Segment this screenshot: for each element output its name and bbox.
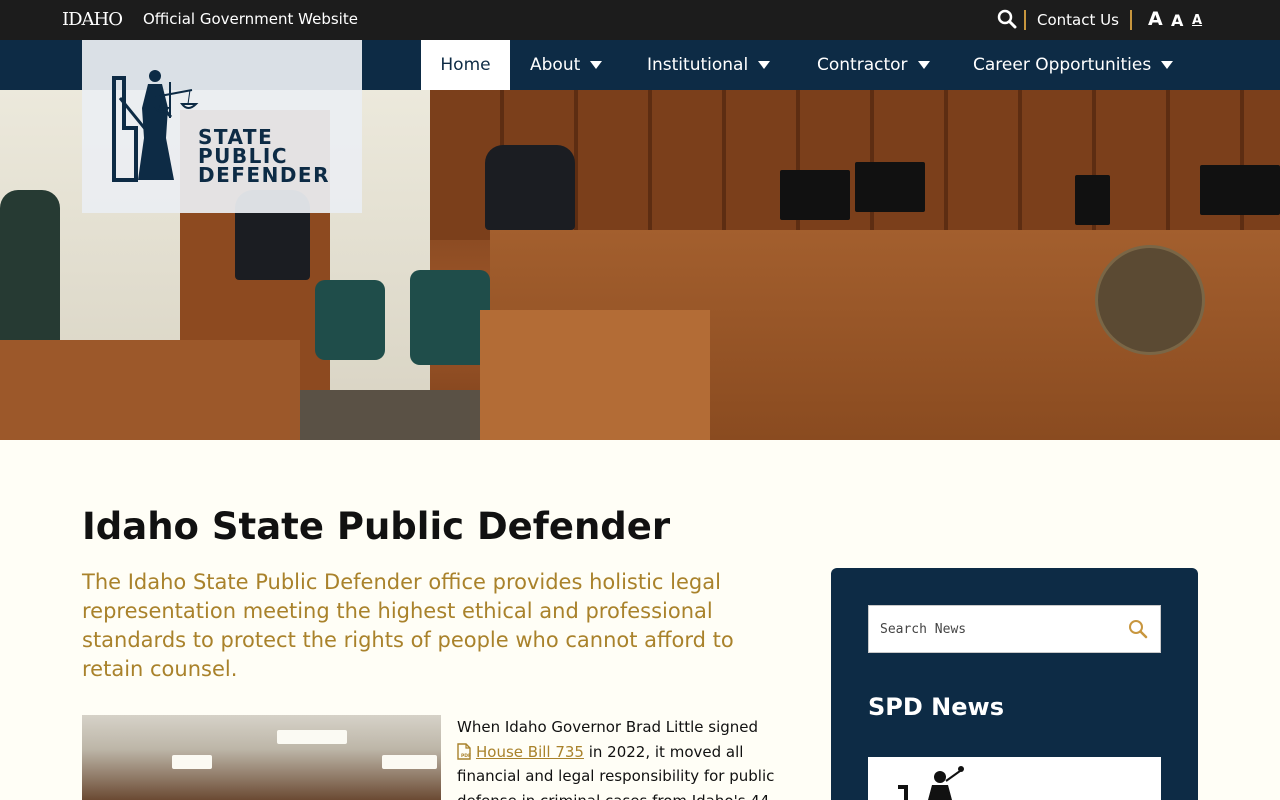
font-size-small-button[interactable]: A xyxy=(1192,13,1202,28)
font-size-medium-button[interactable]: A xyxy=(1171,11,1183,30)
courtroom-photo xyxy=(82,715,441,800)
hero-officer xyxy=(485,145,575,230)
news-sidebar: SPD News xyxy=(831,568,1198,800)
contact-us-link[interactable]: Contact Us xyxy=(1037,11,1119,29)
caret-down-icon xyxy=(758,61,771,69)
state-seal-image xyxy=(1095,245,1205,355)
lady-justice-icon xyxy=(112,70,199,182)
font-size-large-button[interactable]: A xyxy=(1148,8,1163,30)
official-website-label: Official Government Website xyxy=(143,10,358,28)
divider xyxy=(1024,10,1026,30)
page-title: Idaho State Public Defender xyxy=(82,505,671,548)
search-icon[interactable] xyxy=(1128,619,1148,639)
logo-line-defender: DEFENDER xyxy=(198,163,330,187)
mission-statement: The Idaho State Public Defender office p… xyxy=(82,570,734,681)
nav-about-label: About xyxy=(530,55,581,75)
ceiling-light xyxy=(277,730,347,744)
spd-logo[interactable]: STATE PUBLIC DEFENDER xyxy=(82,40,362,213)
spd-news-heading: SPD News xyxy=(868,693,1004,721)
hero-chair xyxy=(410,270,490,365)
caret-down-icon xyxy=(590,61,603,69)
hero-monitor xyxy=(780,170,850,220)
caret-down-icon xyxy=(1161,61,1174,69)
spd-logo-wordmark: STATE PUBLIC DEFENDER xyxy=(198,127,330,187)
nav-contractor[interactable]: Contractor xyxy=(817,40,930,90)
divider xyxy=(1130,10,1132,30)
news-search xyxy=(868,605,1161,653)
ceiling-light xyxy=(172,755,212,769)
lady-justice-icon xyxy=(898,766,964,800)
caret-down-icon xyxy=(917,61,930,69)
pdf-file-icon: PDF xyxy=(457,742,471,760)
nav-contractor-label: Contractor xyxy=(817,55,908,75)
nav-home[interactable]: Home xyxy=(421,40,510,90)
hero-floor xyxy=(300,390,500,440)
nav-career-opportunities[interactable]: Career Opportunities xyxy=(973,40,1174,90)
intro-text-start: When Idaho Governor Brad Little signed xyxy=(457,718,759,736)
svg-text:PDF: PDF xyxy=(461,753,471,759)
nav-institutional[interactable]: Institutional xyxy=(647,40,771,90)
intro-paragraph: When Idaho Governor Brad Little signed P… xyxy=(457,715,787,800)
hero-monitor xyxy=(1075,175,1110,225)
search-icon[interactable] xyxy=(997,9,1017,29)
house-bill-735-link[interactable]: House Bill 735 xyxy=(476,743,584,761)
nav-career-label: Career Opportunities xyxy=(973,55,1152,75)
news-card[interactable] xyxy=(868,757,1161,800)
utility-bar: IDAHO Official Government Website Contac… xyxy=(0,0,1280,40)
hero-monitor xyxy=(1200,165,1280,215)
search-news-input[interactable] xyxy=(869,606,1119,652)
hero-podium xyxy=(480,310,710,440)
hero-monitor xyxy=(855,162,925,212)
nav-institutional-label: Institutional xyxy=(647,55,749,75)
nav-about[interactable]: About xyxy=(530,40,603,90)
nav-home-label: Home xyxy=(440,55,491,75)
hero-desk xyxy=(0,340,300,440)
hero-chair xyxy=(315,280,385,360)
idaho-state-logo[interactable]: IDAHO xyxy=(62,9,123,30)
ceiling-light xyxy=(382,755,437,769)
